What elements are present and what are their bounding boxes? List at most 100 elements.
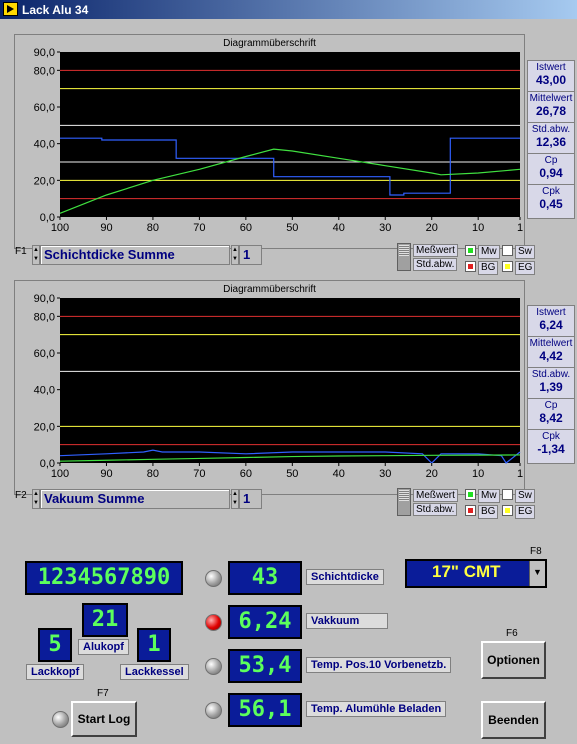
stat-label: Cp: [544, 155, 558, 166]
chart-1-stat-cpk: Cpk 0,45: [527, 184, 575, 219]
chart-2-y-tick-label: 80,0: [34, 311, 55, 323]
chart-1-x-tick-label: 20: [426, 222, 438, 234]
stat-value: 0,45: [539, 197, 563, 211]
chart-2-y-tick-label: 90,0: [34, 293, 55, 305]
chart-2-selector-spin[interactable]: ▲ ▼: [32, 489, 40, 509]
chart-2-mode-switch[interactable]: [397, 488, 411, 516]
chart-2-y-tick-label: 40,0: [34, 385, 55, 397]
window-titlebar: Lack Alu 34: [0, 0, 577, 19]
chart-2-channel-selector[interactable]: Vakuum Summe: [40, 489, 230, 509]
chart-2-stat-istwert: Istwert 6,24: [527, 305, 575, 340]
temp-aluminuehle-label: Temp. Alumühle Beladen: [306, 701, 447, 717]
stat-value: 6,24: [539, 318, 563, 332]
schichtdicke-display: 43: [228, 561, 302, 595]
lackkessel-display: 1: [137, 628, 171, 662]
chevron-down-icon[interactable]: ▼: [529, 561, 545, 586]
chart-1-legend-sw-checkbox[interactable]: [502, 245, 513, 256]
chart-1-plot-area: [60, 52, 520, 217]
stat-label: Std.abw.: [531, 369, 571, 380]
chart-2-legend-bg-checkbox[interactable]: [465, 505, 476, 516]
chart-1-x-tick-label: 40: [333, 222, 345, 234]
chart-1-mode-switch[interactable]: [397, 243, 411, 271]
vakuum-display: 6,24: [228, 605, 302, 639]
chart-2-index-spin[interactable]: ▲ ▼: [231, 489, 239, 509]
stat-label: Istwert: [536, 62, 566, 73]
chart-1-legend-eg-checkbox[interactable]: [502, 261, 513, 272]
chart-2-plot-area: [60, 298, 520, 463]
chart-1-stat-istwert: Istwert 43,00: [527, 60, 575, 95]
stat-value: 4,42: [539, 349, 563, 363]
start-log-button[interactable]: Start Log: [71, 701, 137, 737]
chart-1-stat-stdabw: Std.abw. 12,36: [527, 122, 575, 157]
temp-vorbenetz-display: 53,4: [228, 649, 302, 683]
chart-1-y-tick-label: 40,0: [34, 139, 55, 151]
stat-label: Mittelwert: [529, 338, 573, 349]
chart-2-stat-mittelwert: Mittelwert 4,42: [527, 336, 575, 371]
chart-2-x-tick-label: 30: [379, 468, 391, 480]
chart-1-x-tick-label: 80: [147, 222, 159, 234]
chart-2-x-tick-label: 80: [147, 468, 159, 480]
chart-1-x-tick-label: 60: [240, 222, 252, 234]
chart-2-x-tick-label: 90: [100, 468, 112, 480]
chart-2-x-tick-label: 50: [286, 468, 298, 480]
chart-1-selector-spin[interactable]: ▲ ▼: [32, 245, 40, 265]
chart-2-legend-mw-checkbox[interactable]: [465, 489, 476, 500]
chart-1-x-tick-label: 10: [472, 222, 484, 234]
chart-1-y-tick-label: 20,0: [34, 175, 55, 187]
vakuum-indicator: [205, 614, 222, 631]
stat-label: Cpk: [542, 186, 560, 197]
temp-aluminuehle-indicator: [205, 702, 222, 719]
alukopf-label: Alukopf: [78, 639, 129, 655]
chart-1-y-tick-label: 60,0: [34, 102, 55, 114]
chart-1-stat-cp: Cp 0,94: [527, 153, 575, 188]
chart-2-y-tick-label: 60,0: [34, 348, 55, 360]
f8-key-label: F8: [530, 546, 542, 557]
chart-2-index-field[interactable]: 1: [239, 489, 262, 509]
stat-label: Cp: [544, 400, 558, 411]
chart-2-switch-messwert: Meßwert: [413, 489, 458, 502]
chart-1-y-tick-label: 0,0: [40, 212, 55, 224]
stat-value: -1,34: [537, 442, 565, 456]
labview-icon: [3, 2, 18, 16]
chart-2-x-tick-label: 60: [240, 468, 252, 480]
temp-aluminuehle-display: 56,1: [228, 693, 302, 727]
chart-1-legend-bg-label: BG: [478, 261, 499, 275]
chart-2-stat-cp: Cp 8,42: [527, 398, 575, 433]
lackkopf-display: 5: [38, 628, 72, 662]
chart-2-x-tick-label: 20: [426, 468, 438, 480]
f7-key-label: F7: [97, 688, 109, 699]
chart-2-x-tick-label: 10: [472, 468, 484, 480]
schichtdicke-indicator: [205, 570, 222, 587]
chart-2-y-tick-label: 20,0: [34, 421, 55, 433]
stat-value: 26,78: [535, 104, 567, 118]
chart-1-x-tick-label: 1: [517, 222, 523, 234]
lackkessel-label: Lackkessel: [120, 664, 189, 680]
alukopf-display: 21: [82, 603, 128, 637]
chart-1-channel-selector[interactable]: Schichtdicke Summe: [40, 245, 230, 265]
chart-2-switch-stdabw: Std.abw.: [413, 503, 458, 516]
chart-1-x-tick-label: 70: [193, 222, 205, 234]
chart-1-switch-stdabw: Std.abw.: [413, 258, 458, 271]
chart-1-legend-mw-checkbox[interactable]: [465, 245, 476, 256]
temp-vorbenetz-label: Temp. Pos.10 Vorbenetzb.: [306, 657, 452, 673]
stat-value: 0,94: [539, 166, 563, 180]
chart-1-index-field[interactable]: 1: [239, 245, 262, 265]
chart-2-plot: 100 90 80 70 60 50 40 30 20 10 190,080,060,040,020…: [34, 293, 523, 480]
stat-label: Std.abw.: [531, 124, 571, 135]
monitor-select[interactable]: 17" CMT ▼: [405, 559, 547, 588]
f6-key-label: F6: [506, 628, 518, 639]
beenden-button[interactable]: Beenden: [481, 701, 546, 739]
chart-2-legend-sw-checkbox[interactable]: [502, 489, 513, 500]
chart-2-y-tick-label: 0,0: [40, 458, 55, 470]
optionen-button[interactable]: Optionen: [481, 641, 546, 679]
chart-1-legend-mw-label: Mw: [478, 245, 500, 259]
chart-2-legend-eg-checkbox[interactable]: [502, 505, 513, 516]
monitor-select-value: 17" CMT: [432, 562, 501, 581]
stat-value: 12,36: [535, 135, 567, 149]
chart-2-x-tick-label: 70: [193, 468, 205, 480]
f2-key-label: F2: [15, 490, 27, 501]
chart-1-legend-bg-checkbox[interactable]: [465, 261, 476, 272]
stat-value: 1,39: [539, 380, 563, 394]
chart-1-index-spin[interactable]: ▲ ▼: [231, 245, 239, 265]
chart-1-x-tick-label: 30: [379, 222, 391, 234]
